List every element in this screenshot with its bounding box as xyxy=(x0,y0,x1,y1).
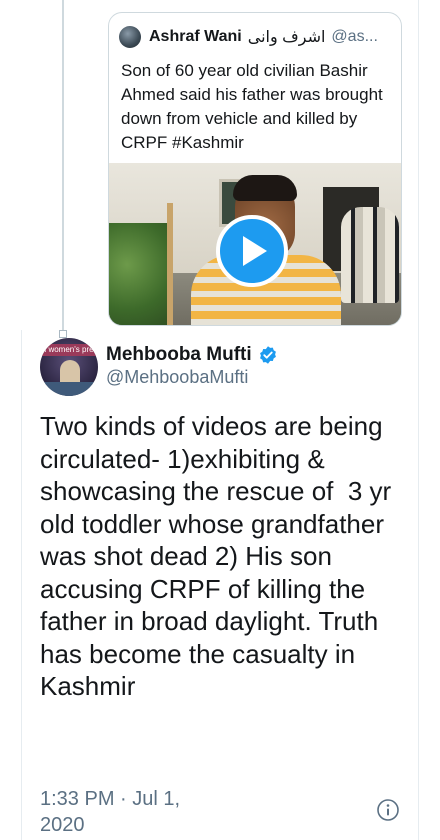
author-handle[interactable]: @MehboobaMufti xyxy=(106,367,248,388)
thread-connector xyxy=(59,330,67,338)
quoted-tweet-text: Son of 60 year old civilian Bashir Ahmed… xyxy=(121,61,383,152)
verified-badge-icon xyxy=(259,346,276,364)
avatar-banner-text: in women's press xyxy=(40,344,98,356)
quoted-tweet-card[interactable]: Ashraf Wani اشرف وانی @as... Son of 60 y… xyxy=(108,12,402,326)
avatar-table xyxy=(44,382,94,396)
video-frame-pole xyxy=(167,203,173,325)
play-button[interactable] xyxy=(216,215,288,287)
tweet-text: Two kinds of videos are being circulated… xyxy=(40,411,399,701)
quoted-author-name[interactable]: Ashraf Wani xyxy=(149,28,242,46)
quoted-author-handle: @as... xyxy=(331,28,378,45)
video-frame-background-people xyxy=(341,207,399,303)
quoted-author-name-urdu: اشرف وانی xyxy=(247,29,326,46)
video-frame-plants xyxy=(109,223,169,325)
video-frame-person-hair xyxy=(233,175,297,201)
author-avatar[interactable]: in women's press xyxy=(40,338,98,396)
play-icon xyxy=(243,236,267,266)
author-line: Mehbooba Mufti xyxy=(106,343,278,367)
author-name[interactable]: Mehbooba Mufti xyxy=(106,344,252,366)
tweet-timestamp[interactable]: 1:33 PM · Jul 1, 2020 xyxy=(40,786,210,838)
quoted-tweet-header: Ashraf Wani اشرف وانی @as... xyxy=(119,25,393,49)
video-player[interactable] xyxy=(109,163,401,325)
quoted-author-avatar[interactable] xyxy=(119,26,141,48)
thread-line xyxy=(62,0,64,338)
column-divider-left xyxy=(21,330,22,840)
info-icon[interactable] xyxy=(376,798,400,822)
